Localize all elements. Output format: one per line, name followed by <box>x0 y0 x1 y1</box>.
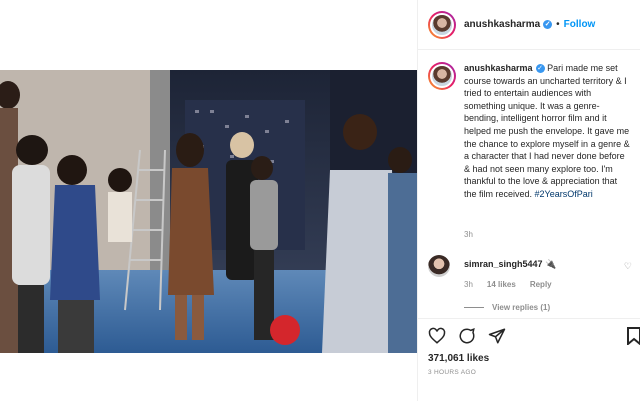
caption: anushkasharma ✓ Pari made me set course t… <box>428 62 638 201</box>
bookmark-icon[interactable] <box>627 327 640 345</box>
caption-text: anushkasharma ✓ Pari made me set course t… <box>464 62 632 201</box>
author-avatar[interactable] <box>428 10 456 39</box>
caption-avatar[interactable] <box>428 62 456 90</box>
heart-icon[interactable] <box>428 327 446 345</box>
share-icon[interactable] <box>488 327 506 345</box>
view-replies-label: View replies (1) <box>492 303 551 312</box>
small-heart-icon[interactable]: ♡ <box>624 261 632 272</box>
comment-emoji: 🔌 <box>545 259 557 269</box>
post-side-panel: anushkasharma ✓ • Follow anushkasharma ✓ P… <box>417 0 640 401</box>
comment: simran_singh5447 🔌 ♡ <box>428 255 638 277</box>
post-timestamp[interactable]: 3 HOURS AGO <box>428 369 476 376</box>
comment-icon[interactable] <box>458 327 476 345</box>
verified-badge-icon: ✓ <box>543 19 553 29</box>
post-photo[interactable] <box>0 70 417 353</box>
media-panel <box>0 0 417 401</box>
view-replies-button[interactable]: View replies (1) <box>464 303 550 312</box>
commenter-username[interactable]: simran_singh5447 <box>464 259 543 269</box>
caption-age[interactable]: 3h <box>464 230 473 239</box>
caption-body: Pari made me set course towards an uncha… <box>464 63 630 199</box>
reply-button[interactable]: Reply <box>530 280 552 289</box>
caption-username[interactable]: anushkasharma <box>464 63 533 73</box>
comment-age[interactable]: 3h <box>464 280 473 289</box>
comment-likes[interactable]: 14 likes <box>487 280 516 289</box>
separator-dot: • <box>556 19 560 30</box>
caption-hashtag[interactable]: #2YearsOfPari <box>535 189 593 199</box>
post-header: anushkasharma ✓ • Follow <box>418 0 640 50</box>
post-actions: 371,061 likes 3 HOURS AGO <box>418 318 640 401</box>
comment-content: simran_singh5447 🔌 <box>464 259 556 277</box>
commenter-avatar[interactable] <box>428 255 450 277</box>
action-icons <box>428 327 506 345</box>
likes-count[interactable]: 371,061 likes <box>428 353 489 364</box>
post-photo-image <box>0 70 417 353</box>
comment-meta: 3h 14 likes Reply <box>464 280 552 289</box>
caption-verified-badge-icon: ✓ <box>535 64 545 74</box>
follow-button[interactable]: Follow <box>564 19 596 30</box>
replies-divider <box>464 307 484 308</box>
author-username[interactable]: anushkasharma ✓ <box>464 19 553 30</box>
